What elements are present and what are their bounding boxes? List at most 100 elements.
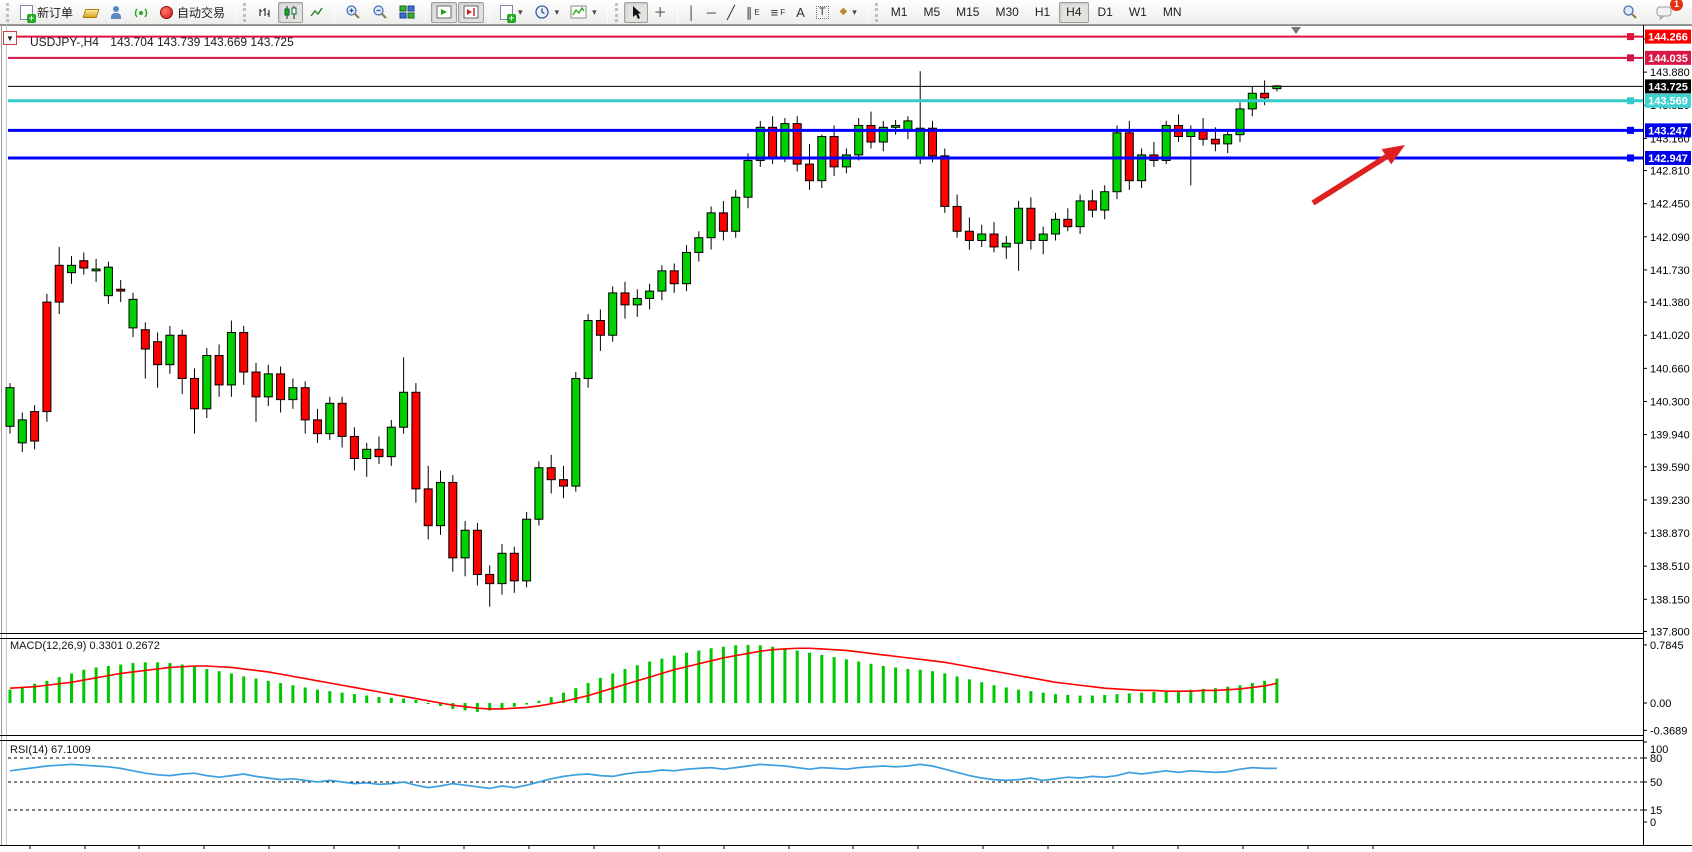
candle-body [92, 269, 100, 271]
candle-body [621, 293, 629, 305]
macd-histogram-bar [1275, 679, 1278, 703]
rsi-axis-label: 80 [1650, 753, 1662, 765]
text-tool-button[interactable]: A [791, 2, 810, 23]
autotrading-button[interactable]: 自动交易 [155, 2, 230, 23]
zoom-out-button[interactable] [367, 2, 393, 23]
timeframe-button-h4[interactable]: H4 [1059, 2, 1088, 23]
line-chart-button[interactable] [304, 2, 329, 23]
gold-ingot-icon [83, 9, 100, 18]
toolbar-grip[interactable] [615, 3, 619, 22]
chart-canvas[interactable]: 144.240143.880143.520143.160142.810142.4… [0, 25, 1692, 852]
macd-histogram-bar [82, 670, 85, 703]
level-line-handle[interactable] [1627, 33, 1634, 40]
zoom-in-button[interactable] [340, 2, 366, 23]
new-chart-icon: + [500, 5, 513, 20]
macd-histogram-bar [931, 671, 934, 703]
candle-body [830, 137, 838, 167]
candle-body [1076, 201, 1084, 227]
timeframe-button-m15[interactable]: M15 [949, 2, 986, 23]
notifications-button[interactable]: 1 [1651, 2, 1678, 23]
period-button[interactable]: ▾ [529, 2, 565, 23]
candle-body [707, 213, 715, 238]
horizontal-line-tool-button[interactable]: ─ [702, 2, 721, 23]
trendline-tool-button[interactable]: ╱ [722, 2, 740, 23]
candle-body [412, 392, 420, 489]
level-line-handle[interactable] [1627, 54, 1634, 61]
candle-body [547, 468, 555, 480]
one-click-trading-button[interactable]: ▼ [3, 31, 17, 45]
profile-button[interactable] [104, 2, 128, 23]
candle-body [486, 574, 494, 583]
macd-histogram-bar [796, 650, 799, 703]
tile-windows-button[interactable] [394, 2, 420, 23]
chart-shift-button[interactable] [458, 2, 484, 23]
macd-histogram-bar [550, 697, 553, 703]
new-order-button[interactable]: + 新订单 [15, 2, 78, 23]
macd-histogram-bar [980, 682, 983, 703]
timeframe-button-m30[interactable]: M30 [988, 2, 1025, 23]
timeframe-button-m5[interactable]: M5 [916, 2, 947, 23]
zoom-in-icon [345, 4, 361, 20]
candle-body [338, 403, 346, 436]
new-chart-button[interactable]: + ▾ [495, 2, 528, 23]
toolbar-grip[interactable] [875, 3, 879, 22]
shapes-tool-button[interactable]: ◆ ▾ [835, 2, 862, 23]
fibonacci-tool-button[interactable]: ≡ F [766, 2, 790, 23]
toolbar-grip[interactable] [243, 3, 247, 22]
timeframe-button-d1[interactable]: D1 [1091, 2, 1120, 23]
macd-histogram-bar [107, 666, 110, 703]
macd-histogram-bar [1128, 693, 1131, 703]
candle-body [1039, 234, 1047, 240]
candle-body [1027, 208, 1035, 240]
level-line-handle[interactable] [1627, 154, 1634, 161]
macd-histogram-bar [882, 666, 885, 703]
candle-body [646, 291, 654, 298]
toolbar-grip[interactable] [6, 3, 10, 22]
macd-histogram-bar [181, 665, 184, 703]
timeframe-button-h1[interactable]: H1 [1028, 2, 1057, 23]
candle-body [6, 388, 14, 427]
gold-button[interactable] [79, 2, 103, 23]
level-line-handle[interactable] [1627, 127, 1634, 134]
candle-body [806, 164, 814, 181]
macd-histogram-bar [1116, 694, 1119, 703]
price-tick-label: 140.300 [1650, 396, 1690, 408]
level-price-label: 143.725 [1648, 81, 1688, 93]
label-tool-button[interactable]: T [811, 2, 834, 23]
candle-body [744, 160, 752, 197]
channel-letter: E [754, 8, 759, 17]
candle-body [990, 234, 998, 247]
crosshair-tool-button[interactable]: ＋ [649, 2, 672, 23]
candle-body [510, 553, 518, 581]
candle-body [609, 293, 617, 335]
symbol-period-label: USDJPY-,H4 [30, 35, 99, 49]
candle-body [1261, 93, 1269, 98]
bar-chart-button[interactable] [252, 2, 277, 23]
indicators-button[interactable]: ▾ [565, 2, 602, 23]
candle-body [437, 482, 445, 525]
vertical-line-icon: │ [688, 6, 696, 19]
macd-axis-label: 0.7845 [1650, 640, 1684, 652]
candle-body [449, 482, 457, 557]
candle-body [68, 265, 76, 272]
channel-tool-button[interactable]: ∥ E [741, 2, 765, 23]
candle-body [1064, 219, 1072, 226]
level-line-handle[interactable] [1627, 97, 1634, 104]
timeframe-button-mn[interactable]: MN [1156, 2, 1189, 23]
cursor-tool-button[interactable] [624, 2, 648, 23]
price-tick-label: 141.730 [1650, 265, 1690, 277]
vertical-line-tool-button[interactable]: │ [683, 2, 701, 23]
autoscroll-button[interactable] [431, 2, 457, 23]
search-button[interactable] [1617, 2, 1643, 23]
candle-body [277, 374, 285, 400]
macd-histogram-bar [427, 703, 430, 704]
timeframe-button-w1[interactable]: W1 [1122, 2, 1154, 23]
line-chart-icon [309, 5, 324, 20]
timeframe-button-m1[interactable]: M1 [884, 2, 915, 23]
macd-histogram-bar [1239, 685, 1242, 703]
candle-body [916, 128, 924, 157]
signals-button[interactable] [129, 2, 154, 23]
candle-chart-button[interactable] [278, 2, 303, 23]
macd-histogram-bar [316, 690, 319, 703]
chart-area[interactable]: 144.240143.880143.520143.160142.810142.4… [0, 25, 1692, 852]
